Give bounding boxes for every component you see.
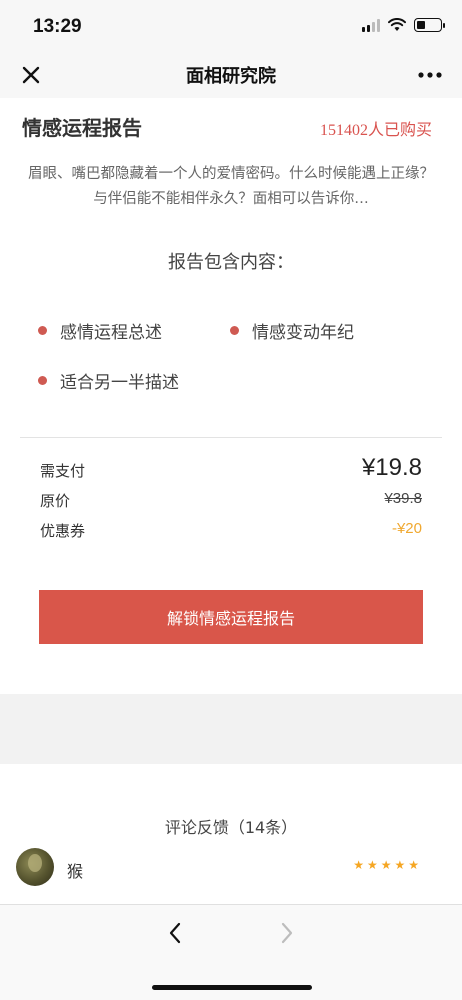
original-price: ¥39.8 xyxy=(384,490,422,507)
bullet-dot xyxy=(230,326,239,335)
bullet-dot xyxy=(38,326,47,335)
coupon-value[interactable]: -¥20 xyxy=(392,520,422,537)
home-indicator[interactable] xyxy=(152,985,312,990)
reviews-card: 评论反馈（14条） 猴 ★★★★★ xyxy=(0,764,462,904)
buyers-count: 151402人已购买 xyxy=(319,122,432,139)
report-card: 情感运程报告 151402人已购买 眉眼、嘴巴都隐藏着一个人的爱情密码。什么时候… xyxy=(0,98,462,694)
reviews-title: 评论反馈（14条） xyxy=(164,818,298,837)
nav-bar: 面相研究院 xyxy=(0,52,462,98)
content-item: 情感变动年纪 xyxy=(230,318,354,343)
divider xyxy=(20,437,442,438)
status-time: 13:29 xyxy=(33,16,82,37)
battery-icon xyxy=(414,18,445,32)
signal-icon xyxy=(362,18,380,32)
bottom-toolbar xyxy=(0,904,462,1000)
report-title: 情感运程报告 xyxy=(22,116,142,140)
report-description: 眉眼、嘴巴都隐藏着一个人的爱情密码。什么时候能遇上正缘？与伴侣能不能相伴永久？面… xyxy=(28,166,434,207)
pay-amount: ¥19.8 xyxy=(361,454,422,481)
wifi-icon xyxy=(388,18,406,31)
avatar xyxy=(16,848,54,886)
coupon-label: 优惠券 xyxy=(40,522,86,540)
content-item-label: 感情运程总述 xyxy=(60,323,162,343)
unlock-report-button[interactable]: 解锁情感运程报告 xyxy=(39,590,423,644)
chevron-left-icon[interactable] xyxy=(164,921,188,945)
content-item: 适合另一半描述 xyxy=(38,368,179,393)
more-icon[interactable] xyxy=(416,62,444,88)
status-icons xyxy=(362,18,445,32)
chevron-right-icon[interactable] xyxy=(274,921,298,945)
pay-label: 需支付 xyxy=(40,462,86,480)
status-bar: 13:29 xyxy=(0,0,462,52)
content-item-label: 适合另一半描述 xyxy=(60,373,179,393)
contains-title: 报告包含内容： xyxy=(168,252,294,273)
content-item-label: 情感变动年纪 xyxy=(252,323,354,343)
rating-stars: ★★★★★ xyxy=(353,858,422,872)
original-price-label: 原价 xyxy=(40,492,71,510)
content-item: 感情运程总述 xyxy=(38,318,162,343)
reviewer-name: 猴 xyxy=(67,862,84,881)
bullet-dot xyxy=(38,376,47,385)
page-title: 面相研究院 xyxy=(186,66,276,87)
